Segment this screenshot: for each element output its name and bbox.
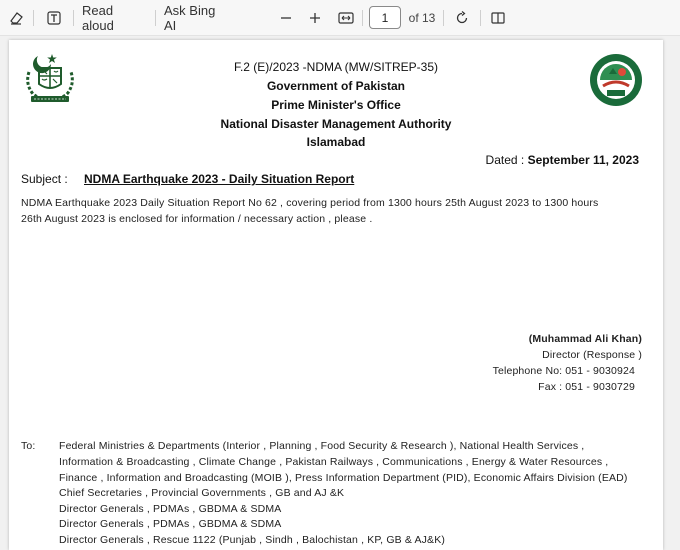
pdf-toolbar: Read aloud Ask Bing AI 1 of 13 [0, 0, 680, 36]
subject-label: Subject : [21, 172, 68, 186]
eraser-icon[interactable] [4, 0, 28, 36]
city-heading: Islamabad [306, 135, 366, 149]
rotate-icon[interactable] [451, 0, 473, 36]
to-line: Chief Secretaries , Provincial Governmen… [59, 487, 345, 499]
to-line: Director Generals , Rescue 1122 (Punjab … [59, 534, 446, 546]
government-heading: Government of Pakistan [266, 79, 406, 93]
pdf-page: F.2 (E)/2023 -NDMA (MW/SITREP-35) Govern… [9, 40, 663, 550]
zoom-out-icon[interactable] [276, 0, 296, 36]
to-line: Director Generals , PDMAs , GBDMA & SDMA [59, 503, 282, 515]
ask-bing-button[interactable]: Ask Bing AI [164, 0, 230, 36]
signatory-fax: Fax : 051 - 9030729 [538, 381, 635, 393]
pmo-heading: Prime Minister's Office [271, 98, 401, 112]
signatory-name: (Muhammad Ali Khan) [528, 333, 642, 345]
subject-value: NDMA Earthquake 2023 - Daily Situation R… [84, 172, 355, 186]
signatory-telephone: Telephone No: 051 - 9030924 [492, 365, 635, 377]
date-line: Dated : September 11, 2023 [486, 153, 639, 167]
to-label: To: [21, 440, 36, 452]
fit-page-icon[interactable] [335, 0, 357, 36]
to-line: Federal Ministries & Departments (Interi… [59, 440, 585, 452]
paragraph-line: 26th August 2023 is enclosed for informa… [21, 213, 373, 225]
ndma-heading: National Disaster Management Authority [220, 117, 452, 131]
page-total-label: of 13 [408, 11, 436, 25]
dated-label: Dated : [485, 153, 525, 167]
reference-number: F.2 (E)/2023 -NDMA (MW/SITREP-35) [233, 60, 439, 74]
signatory-title: Director (Response ) [542, 349, 642, 361]
to-line: Information & Broadcasting , Climate Cha… [59, 456, 609, 468]
page-number-input[interactable]: 1 [369, 6, 401, 29]
dated-value: September 11, 2023 [527, 153, 639, 167]
to-line: Finance , Information and Broadcasting (… [59, 472, 628, 484]
paragraph-line: NDMA Earthquake 2023 Daily Situation Rep… [21, 197, 599, 209]
scrollbar[interactable] [672, 37, 680, 542]
text-icon[interactable] [42, 0, 66, 36]
two-page-view-icon[interactable] [487, 0, 509, 36]
read-aloud-button[interactable]: Read aloud [82, 0, 146, 36]
zoom-in-icon[interactable] [305, 0, 325, 36]
to-line: Director Generals , PDMAs , GBDMA & SDMA [59, 518, 282, 530]
